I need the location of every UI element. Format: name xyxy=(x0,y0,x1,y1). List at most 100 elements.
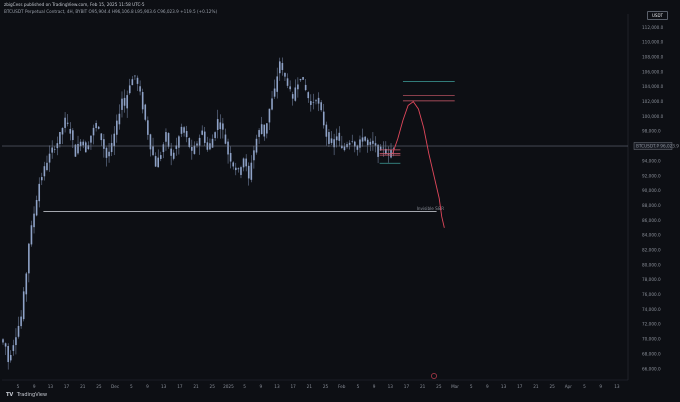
candle-body xyxy=(222,123,224,130)
candle-body xyxy=(266,123,268,134)
candle-body xyxy=(157,157,160,168)
y-tick-label: 76,000.0 xyxy=(642,292,661,297)
x-tick-label: 13 xyxy=(614,384,620,389)
candle-body xyxy=(100,133,103,141)
candle-body xyxy=(9,354,12,361)
candle-body xyxy=(53,149,56,150)
y-tick-label: 112,000.0 xyxy=(642,25,664,30)
y-tick-label: 108,000.0 xyxy=(642,55,664,60)
candle-body xyxy=(310,101,312,105)
candle-body xyxy=(149,134,152,150)
tradingview-brand: TV TradingView xyxy=(6,392,47,398)
candle-body xyxy=(134,75,136,77)
y-tick-label: 78,000.0 xyxy=(642,277,661,282)
candle-body xyxy=(110,143,113,153)
candle-body xyxy=(15,337,17,346)
candle-body xyxy=(317,97,320,104)
x-tick-label: 17 xyxy=(404,384,410,389)
candle-body xyxy=(12,345,15,352)
candle-body xyxy=(74,144,77,157)
x-tick-label: 13 xyxy=(161,384,167,389)
candle-body xyxy=(232,162,235,167)
candle-body xyxy=(113,133,116,147)
candle-body xyxy=(258,130,260,137)
candle-body xyxy=(46,162,48,171)
candle-body xyxy=(144,104,147,120)
x-tick-label: 5 xyxy=(357,384,360,389)
candle-body xyxy=(72,130,74,141)
candle-body xyxy=(196,143,198,146)
candle-body xyxy=(84,142,87,153)
candle-body xyxy=(162,144,165,153)
candle-body xyxy=(141,92,144,110)
candle-body xyxy=(278,61,281,74)
candle-body xyxy=(79,141,82,147)
candle-body xyxy=(338,132,341,141)
candle-body xyxy=(188,138,191,147)
candle-body xyxy=(237,168,240,170)
x-tick-label: Dec xyxy=(111,384,120,389)
candle-body xyxy=(154,156,157,167)
x-tick-label: 2025 xyxy=(223,384,234,389)
candle-body xyxy=(359,139,361,148)
y-tick-label: 88,000.0 xyxy=(642,203,661,208)
candle-body xyxy=(348,142,351,145)
y-tick-label: 106,000.0 xyxy=(642,69,664,74)
candle-body xyxy=(170,148,172,156)
candle-body xyxy=(299,78,302,81)
candle-body xyxy=(97,126,100,129)
x-tick-label: 9 xyxy=(146,384,149,389)
candle-body xyxy=(131,79,134,86)
candle-body xyxy=(346,144,348,148)
y-tick-label: 90,000.0 xyxy=(642,188,661,193)
candle-body xyxy=(235,167,237,171)
x-tick-label: 21 xyxy=(307,384,313,389)
candle-body xyxy=(167,133,170,147)
candle-body xyxy=(268,108,271,123)
candle-body xyxy=(372,140,374,144)
candle-body xyxy=(253,150,255,161)
y-tick-label: 94,000.0 xyxy=(642,158,661,163)
candle-body xyxy=(227,141,229,155)
candle-body xyxy=(276,76,278,92)
x-tick-label: 25 xyxy=(436,384,442,389)
candle-body xyxy=(286,78,289,86)
candle-body xyxy=(165,132,167,142)
candle-body xyxy=(56,143,59,149)
candle-body xyxy=(335,136,338,141)
candle-body xyxy=(2,339,4,343)
candle-body xyxy=(255,138,258,153)
candle-body xyxy=(361,137,364,142)
candle-body xyxy=(35,199,38,216)
candle-body xyxy=(191,147,193,151)
candle-body xyxy=(38,183,41,202)
candle-body xyxy=(77,143,79,154)
candle-body xyxy=(136,77,139,84)
candle-body xyxy=(118,113,121,125)
candle-body xyxy=(4,343,7,347)
candle-body xyxy=(43,166,46,177)
candle-body xyxy=(123,97,126,106)
y-tick-label: 110,000.0 xyxy=(642,40,664,45)
x-tick-label: 9 xyxy=(486,384,489,389)
x-tick-label: Apr xyxy=(565,384,573,389)
candle-body xyxy=(294,87,297,101)
candlestick-chart[interactable]: 112,000.0 110,000.0 108,000.0 106,000.0 104,… xyxy=(0,0,680,402)
candle-body xyxy=(22,291,25,320)
x-tick-label: 13 xyxy=(388,384,394,389)
current-price-label: BTCUSDT.P 96,023.9 xyxy=(636,143,679,148)
y-tick-label: 72,000.0 xyxy=(642,322,661,327)
candle-body xyxy=(271,98,273,110)
candle-body xyxy=(128,85,131,94)
candle-body xyxy=(66,122,69,124)
candle-body xyxy=(351,141,354,143)
y-tick-label: 86,000.0 xyxy=(642,218,661,223)
candle-body xyxy=(229,152,232,162)
chart-frame[interactable]: zbigCess published on TradingView.com, F… xyxy=(0,0,680,402)
candle-body xyxy=(328,132,330,144)
candle-body xyxy=(203,131,206,143)
x-tick-label: 9 xyxy=(33,384,36,389)
candle-body xyxy=(382,147,385,149)
y-tick-label: 70,000.0 xyxy=(642,337,661,342)
candle-body xyxy=(116,120,118,135)
